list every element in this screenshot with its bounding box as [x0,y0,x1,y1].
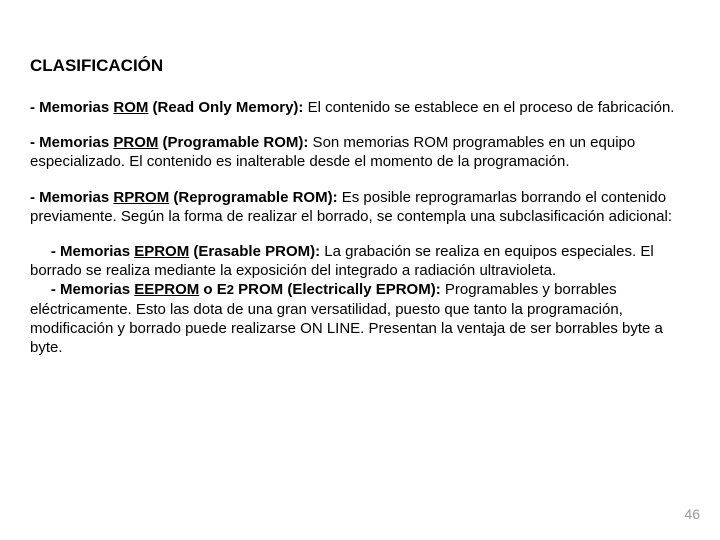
bullet-dash: ‑ [30,134,39,151]
item-prom: ‑ Memorias PROM (Programable ROM): Son m… [30,133,690,171]
label-eeprom-abbr: EEPROM [134,281,199,298]
bullet-dash: - [30,99,39,116]
label-eeprom-suffix1: o E [199,281,227,298]
slide-content: CLASIFICACIÓN - Memorias ROM (Read Only … [0,0,720,540]
text-rom: El contenido se establece en el proceso … [303,99,674,116]
label-rom-abbr: ROM [113,99,148,116]
heading-clasificacion: CLASIFICACIÓN [30,56,690,76]
label-eprom-suffix: (Erasable PROM): [189,243,320,260]
label-rprom-abbr: RPROM [113,189,169,206]
label-rom-prefix: Memorias [39,99,113,116]
label-rprom-suffix: (Reprogramable ROM): [169,189,337,206]
page-number: 46 [684,506,700,522]
bullet-dash: ‑ [30,189,39,206]
bullet-dash: ‑ [51,243,60,260]
label-prom-suffix: (Programable ROM): [158,134,308,151]
label-rprom-prefix: Memorias [39,189,113,206]
label-eeprom-suffix3: PROM (Electrically EPROM): [234,281,441,298]
label-prom-abbr: PROM [113,134,158,151]
subitems-block: ‑ Memorias EPROM (Erasable PROM): La gra… [30,242,690,357]
label-rom-suffix: (Read Only Memory): [148,99,303,116]
bullet-dash: ‑ [51,281,60,298]
label-eprom-abbr: EPROM [134,243,189,260]
item-rom: - Memorias ROM (Read Only Memory): El co… [30,98,690,117]
label-eprom-prefix: Memorias [60,243,134,260]
label-prom-prefix: Memorias [39,134,113,151]
item-rprom: ‑ Memorias RPROM (Reprogramable ROM): Es… [30,188,690,226]
label-eeprom-suffix2: 2 [227,282,234,297]
label-eeprom-prefix: Memorias [60,281,134,298]
